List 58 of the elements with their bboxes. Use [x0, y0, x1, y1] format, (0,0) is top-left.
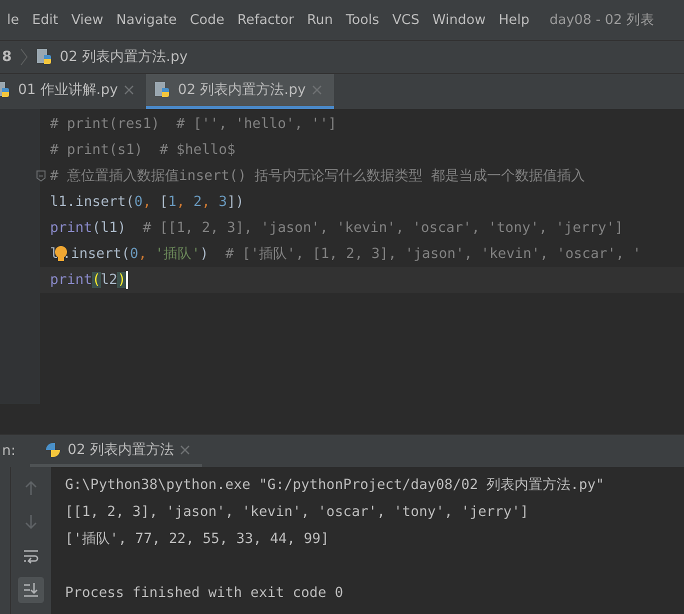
code-token: ,	[202, 194, 212, 210]
text-caret	[126, 271, 128, 289]
console-output-line: ['插队', 77, 22, 55, 33, 44, 99]	[65, 530, 330, 548]
code-token: ,	[142, 194, 152, 210]
code-token: 0	[130, 246, 138, 262]
code-token: (	[92, 272, 101, 288]
code-token: )	[200, 246, 208, 262]
python-file-icon	[36, 48, 54, 66]
console-output-line: [[1, 2, 3], 'jason', 'kevin', 'oscar', 'tony', 'jerry']	[65, 502, 530, 522]
code-token: (l1)	[92, 220, 126, 236]
window-title: day08 - 02 列表	[549, 11, 654, 29]
code-token: 1	[168, 194, 176, 210]
breadcrumb-item[interactable]: 8	[2, 49, 12, 65]
console-output-line: Process finished with exit code 0	[65, 584, 344, 602]
menu-item[interactable]: Edit	[25, 12, 64, 28]
scroll-to-end-icon[interactable]	[18, 577, 44, 603]
console-output-line: G:\Python38\python.exe "G:/pythonProject/day08/02 列表内置方法.py"	[65, 476, 604, 494]
python-icon	[44, 440, 62, 458]
close-icon[interactable]	[180, 444, 190, 454]
code-token: ,	[176, 194, 186, 210]
code-token: 2	[193, 194, 202, 210]
menu-item[interactable]: Tools	[338, 12, 386, 28]
code-token: l1.insert(	[50, 194, 134, 210]
code-token: # 意位置插入数据值insert() 括号内无论写什么数据类型 都是当成一个数据值插入	[50, 167, 586, 185]
run-label: n:	[2, 443, 16, 459]
fold-marker-icon[interactable]	[36, 170, 46, 182]
code-token: '插队'	[155, 245, 200, 263]
code-token: ,	[138, 246, 148, 262]
menu-item[interactable]: VCS	[385, 12, 426, 28]
code-token: print	[50, 220, 92, 236]
menu-item[interactable]: Code	[182, 12, 230, 28]
menu-item[interactable]: View	[64, 12, 110, 28]
editor-tab[interactable]: 01 作业讲解.py	[0, 74, 146, 109]
code-token: l2	[100, 272, 118, 288]
menu-item[interactable]: Help	[492, 12, 536, 28]
code-token: # print(res1) # ['', 'hello', '']	[50, 116, 337, 132]
code-token: print	[50, 272, 92, 288]
menu-item[interactable]: Refactor	[230, 12, 300, 28]
code-token: [	[160, 194, 168, 210]
code-token: )	[117, 272, 126, 288]
code-token: .insert(	[62, 246, 130, 262]
python-file-icon	[154, 81, 172, 99]
menu-item[interactable]: Window	[425, 12, 492, 28]
menu-item[interactable]: Run	[300, 12, 339, 28]
breadcrumb-item[interactable]: 02 列表内置方法.py	[60, 48, 188, 66]
code-token: ])	[227, 194, 244, 210]
code-token: # print(s1) # $hello$	[50, 142, 236, 158]
close-icon[interactable]	[312, 85, 322, 95]
menu-item[interactable]: le	[0, 12, 26, 28]
code-token: 0	[134, 194, 143, 210]
code-token: l	[50, 246, 58, 262]
code-token: 3	[218, 194, 228, 210]
code-token: # [[1, 2, 3], 'jason', 'kevin', 'oscar', 'tony', 'jerry']	[142, 220, 624, 236]
close-icon[interactable]	[124, 85, 134, 95]
chevron-icon	[20, 48, 28, 66]
code-token: # ['插队', [1, 2, 3], 'jason', 'kevin', 'oscar', '	[224, 245, 642, 263]
editor-tab[interactable]: 02 列表内置方法.py	[146, 74, 334, 109]
menu-item[interactable]: Navigate	[109, 12, 183, 28]
